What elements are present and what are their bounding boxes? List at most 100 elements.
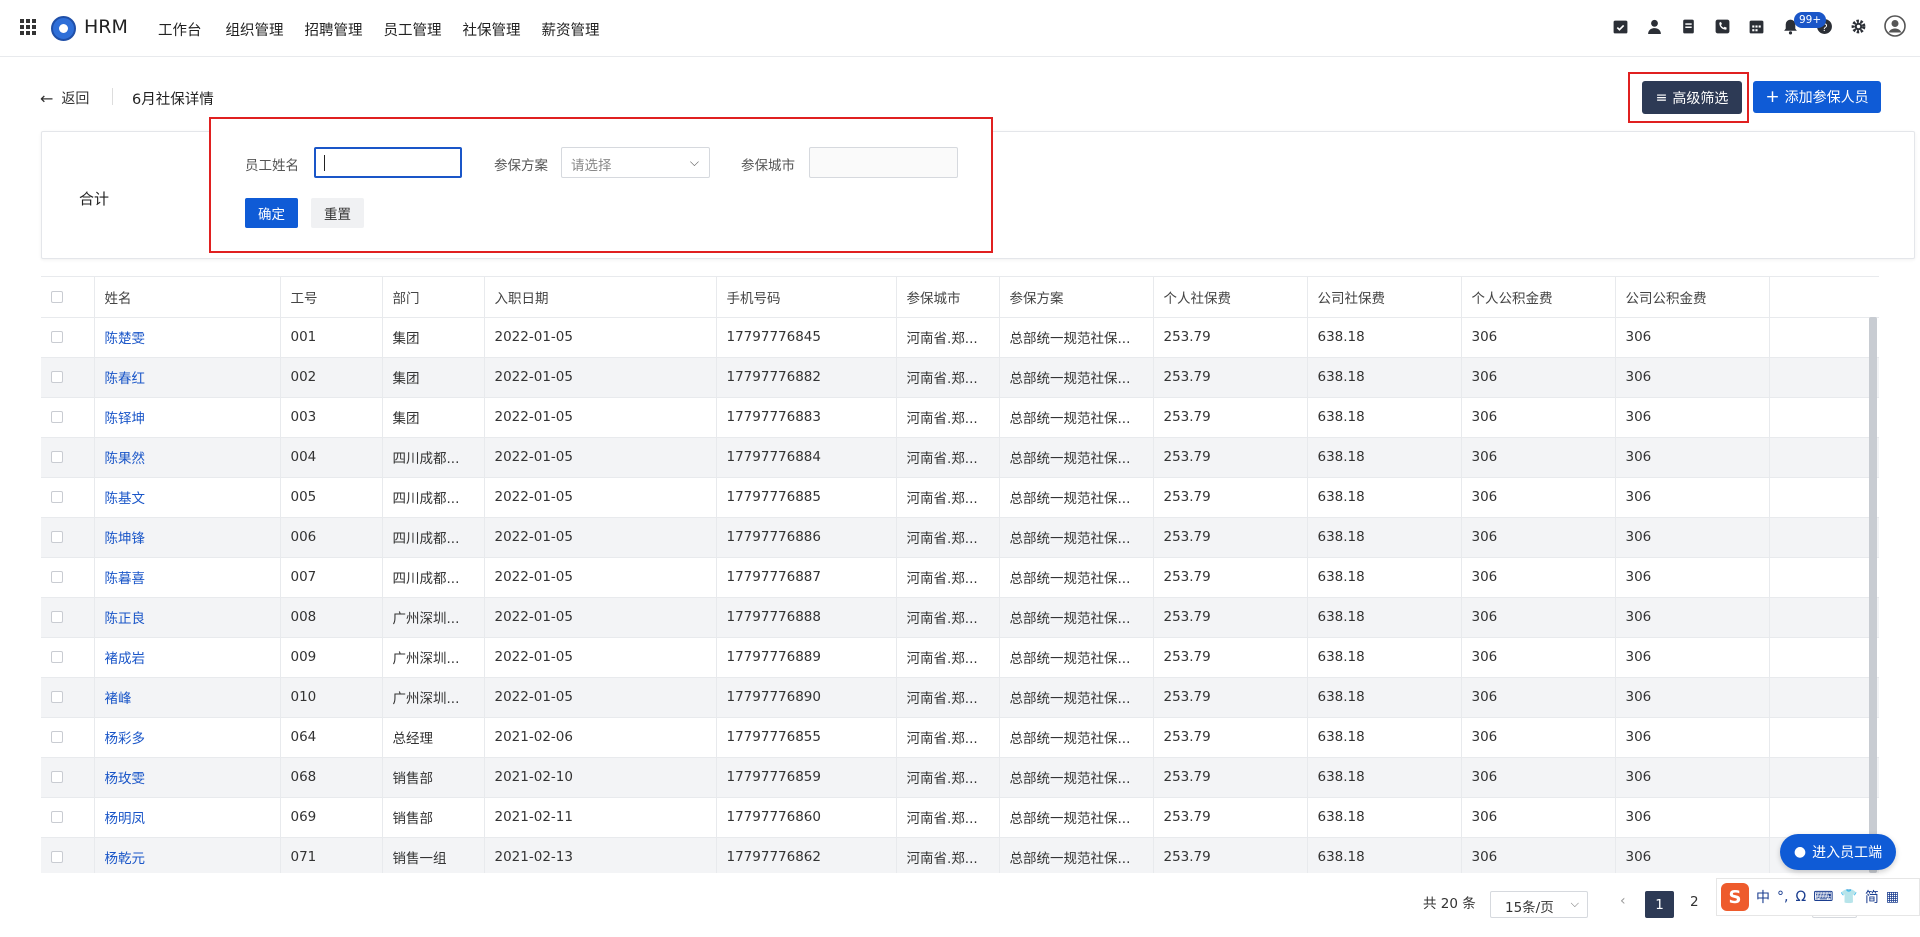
back-button[interactable]: ← 返回 — [40, 88, 89, 108]
table-row[interactable]: 杨玫雯 068 销售部 2021-02-10 17797776859 河南省.郑... 总部… — [41, 757, 1879, 798]
row-checkbox[interactable] — [51, 731, 63, 743]
nav-item-employees[interactable]: 员工管理 — [384, 19, 442, 40]
row-select-cell[interactable] — [41, 477, 95, 518]
table-cell: 306 — [1461, 477, 1616, 518]
employee-name-link[interactable]: 杨乾元 — [94, 837, 281, 873]
shirt-icon[interactable]: 👕 — [1840, 889, 1857, 905]
employee-name-link[interactable]: 杨明凤 — [94, 797, 281, 838]
nav-item-social-security[interactable]: 社保管理 — [463, 19, 521, 40]
table-row[interactable]: 陈春红 002 集团 2022-01-05 17797776882 河南省.郑... 总部统… — [41, 357, 1879, 398]
table-row[interactable]: 陈正良 008 广州深圳... 2022-01-05 17797776888 河南省.郑.… — [41, 597, 1879, 638]
table-cell: 2022-01-05 — [484, 517, 717, 558]
employee-name-link[interactable]: 褚成岩 — [94, 637, 281, 678]
row-checkbox[interactable] — [51, 851, 63, 863]
prev-page-button[interactable]: ‹ — [1620, 893, 1626, 909]
city-input[interactable] — [809, 147, 958, 178]
table-row[interactable]: 陈铎坤 003 集团 2022-01-05 17797776883 河南省.郑... 总部统… — [41, 397, 1879, 438]
document-icon[interactable] — [1680, 18, 1697, 35]
gear-icon[interactable] — [1850, 18, 1867, 35]
ime-item[interactable]: 中 — [1756, 887, 1770, 907]
row-select-cell[interactable] — [41, 837, 95, 873]
table-row[interactable]: 杨乾元 071 销售一组 2021-02-13 17797776862 河南省.郑... 总… — [41, 837, 1879, 873]
employee-name-link[interactable]: 陈正良 — [94, 597, 281, 638]
row-checkbox[interactable] — [51, 331, 63, 343]
nav-item-payroll[interactable]: 薪资管理 — [542, 19, 600, 40]
row-select-cell[interactable] — [41, 757, 95, 798]
row-select-cell[interactable] — [41, 517, 95, 558]
row-checkbox[interactable] — [51, 451, 63, 463]
row-checkbox[interactable] — [51, 611, 63, 623]
nav-item-recruitment[interactable]: 招聘管理 — [305, 19, 363, 40]
employee-name-link[interactable]: 褚峰 — [94, 677, 281, 718]
table-row[interactable]: 陈坤锋 006 四川成都... 2022-01-05 17797776886 河南省.郑.… — [41, 517, 1879, 558]
table-row[interactable]: 杨彩多 064 总经理 2021-02-06 17797776855 河南省.郑... 总部… — [41, 717, 1879, 758]
employee-name-link[interactable]: 陈春红 — [94, 357, 281, 398]
row-checkbox[interactable] — [51, 371, 63, 383]
avatar[interactable] — [1884, 15, 1906, 37]
row-checkbox[interactable] — [51, 691, 63, 703]
table-row[interactable]: 杨明凤 069 销售部 2021-02-11 17797776860 河南省.郑... 总部… — [41, 797, 1879, 838]
employee-name-link[interactable]: 陈暮喜 — [94, 557, 281, 598]
table-cell: 253.79 — [1153, 637, 1308, 678]
row-checkbox[interactable] — [51, 651, 63, 663]
calendar-check-icon[interactable] — [1612, 18, 1629, 35]
row-checkbox[interactable] — [51, 491, 63, 503]
user-icon[interactable] — [1646, 18, 1663, 35]
employee-name-link[interactable]: 陈铎坤 — [94, 397, 281, 438]
row-checkbox[interactable] — [51, 531, 63, 543]
ime-item[interactable]: °, — [1777, 889, 1788, 905]
table-cell: 四川成都... — [382, 517, 485, 558]
table-row[interactable]: 陈果然 004 四川成都... 2022-01-05 17797776884 河南省.郑.… — [41, 437, 1879, 478]
row-checkbox[interactable] — [51, 771, 63, 783]
employee-portal-button[interactable]: ● 进入员工端 — [1780, 834, 1896, 870]
phone-icon[interactable] — [1714, 18, 1731, 35]
page-size-select[interactable]: 15条/页 ⌵ — [1490, 891, 1588, 918]
employee-name-input[interactable] — [314, 147, 462, 178]
row-select-cell[interactable] — [41, 797, 95, 838]
sogou-logo-icon[interactable]: S — [1721, 883, 1749, 911]
table-row[interactable]: 褚峰 010 广州深圳... 2022-01-05 17797776890 河南省.郑..… — [41, 677, 1879, 718]
app-grid-icon[interactable] — [20, 19, 36, 35]
confirm-button[interactable]: 确定 — [245, 198, 298, 228]
plan-select[interactable]: 请选择 ⌵ — [561, 147, 710, 178]
select-all-checkbox[interactable] — [51, 290, 63, 303]
add-insured-button[interactable]: + 添加参保人员 — [1753, 81, 1881, 113]
row-select-cell[interactable] — [41, 597, 95, 638]
page-button-current[interactable]: 1 — [1645, 891, 1674, 918]
table-row[interactable]: 褚成岩 009 广州深圳... 2022-01-05 17797776889 河南省.郑.… — [41, 637, 1879, 678]
ime-item[interactable]: Ω — [1795, 889, 1806, 905]
keyboard-icon[interactable]: ⌨ — [1813, 889, 1833, 905]
select-all-cell[interactable] — [41, 277, 95, 318]
nav-item-organization[interactable]: 组织管理 — [226, 19, 284, 40]
row-select-cell[interactable] — [41, 557, 95, 598]
nav-item-workbench[interactable]: 工作台 — [158, 19, 202, 40]
table-cell: 306 — [1461, 517, 1616, 558]
advanced-filter-button[interactable]: ≡ 高级筛选 — [1642, 81, 1742, 114]
employee-name-link[interactable]: 陈楚雯 — [94, 317, 281, 358]
row-select-cell[interactable] — [41, 317, 95, 358]
employee-name-link[interactable]: 陈果然 — [94, 437, 281, 478]
row-select-cell[interactable] — [41, 357, 95, 398]
table-scrollbar[interactable] — [1869, 317, 1877, 873]
calendar-icon[interactable] — [1748, 18, 1765, 35]
row-select-cell[interactable] — [41, 437, 95, 478]
employee-name-link[interactable]: 陈坤锋 — [94, 517, 281, 558]
grid-icon[interactable]: ▦ — [1886, 889, 1899, 905]
row-select-cell[interactable] — [41, 637, 95, 678]
employee-name-link[interactable]: 杨彩多 — [94, 717, 281, 758]
row-checkbox[interactable] — [51, 811, 63, 823]
table-cell: 河南省.郑... — [896, 397, 1000, 438]
table-row[interactable]: 陈暮喜 007 四川成都... 2022-01-05 17797776887 河南省.郑.… — [41, 557, 1879, 598]
page-button[interactable]: 2 — [1690, 894, 1699, 910]
ime-item[interactable]: 简 — [1865, 887, 1879, 907]
table-row[interactable]: 陈楚雯 001 集团 2022-01-05 17797776845 河南省.郑... 总部统… — [41, 317, 1879, 358]
row-select-cell[interactable] — [41, 717, 95, 758]
row-select-cell[interactable] — [41, 677, 95, 718]
reset-button[interactable]: 重置 — [311, 198, 364, 228]
employee-name-link[interactable]: 杨玫雯 — [94, 757, 281, 798]
row-checkbox[interactable] — [51, 571, 63, 583]
row-checkbox[interactable] — [51, 411, 63, 423]
employee-name-link[interactable]: 陈基文 — [94, 477, 281, 518]
table-row[interactable]: 陈基文 005 四川成都... 2022-01-05 17797776885 河南省.郑.… — [41, 477, 1879, 518]
row-select-cell[interactable] — [41, 397, 95, 438]
